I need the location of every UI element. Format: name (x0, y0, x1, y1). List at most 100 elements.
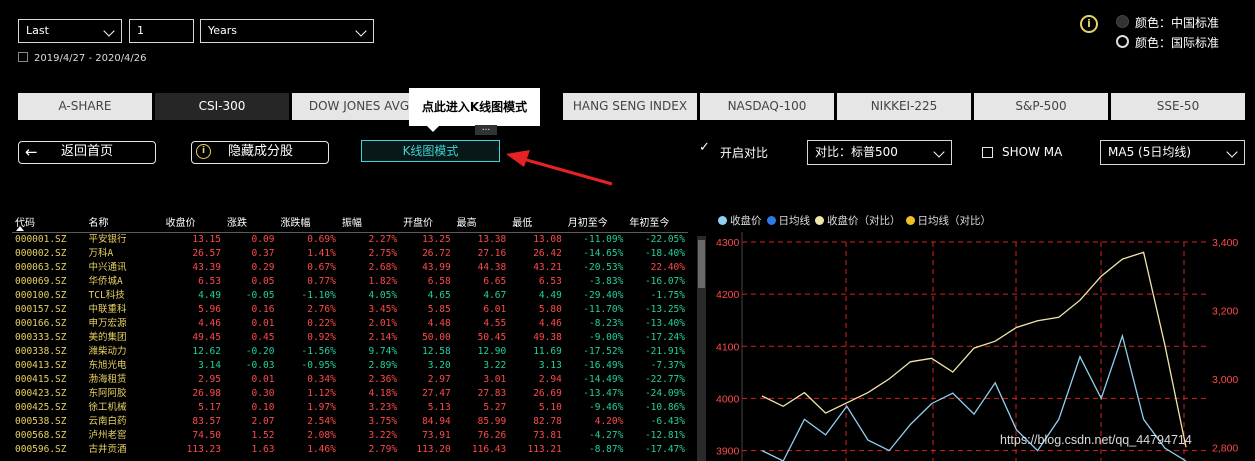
table-cell: 0.34% (307, 374, 336, 385)
table-cell: 000596.SZ (15, 444, 67, 455)
table-row[interactable]: 000413.SZ 东旭光电 3.14 -0.03 -0.95% 2.89% 3.20 3.2… (12, 359, 688, 373)
table-cell: 0.77% (307, 276, 336, 287)
compare-checkbox[interactable]: ✓ (699, 140, 710, 156)
table-row[interactable]: 000063.SZ 中兴通讯 43.39 0.29 0.67% 2.68% 43.99 44.… (12, 261, 688, 275)
column-header[interactable]: 开盘价 (400, 211, 454, 233)
legend-dot-icon (718, 216, 727, 225)
table-cell: 0.29 (251, 262, 275, 273)
column-header[interactable]: 年初至今 (626, 211, 688, 233)
color-option-intl-label: 颜色：国际标准 (1135, 36, 1220, 50)
tab-hang-seng-index[interactable]: HANG SENG INDEX (563, 93, 697, 120)
table-cell: -0.03 (245, 360, 275, 371)
count-input[interactable]: 1 (129, 19, 194, 43)
hide-constituents-button[interactable]: i 隐藏成分股 (191, 141, 329, 164)
table-cell: 000423.SZ (15, 388, 67, 399)
table-row[interactable]: 000415.SZ 渤海租赁 2.95 0.01 0.34% 2.36% 2.97 3.01 2… (12, 373, 688, 387)
color-option-intl[interactable]: 颜色：国际标准 (1116, 34, 1219, 51)
ma-select[interactable]: MA5 (5日均线) (1100, 140, 1245, 165)
count-value: 1 (137, 24, 144, 37)
table-cell: 000002.SZ (15, 248, 67, 259)
table-cell: 4.46 (538, 318, 562, 329)
table-row[interactable]: 000166.SZ 申万宏源 4.46 0.01 0.22% 2.01% 4.48 4.55 4… (12, 317, 688, 331)
table-cell: 4.49 (198, 290, 221, 301)
table-row[interactable]: 000596.SZ 古井贡酒 113.23 1.63 1.46% 2.79% 113.20 1… (12, 443, 688, 457)
table-cell: 000001.SZ (15, 234, 67, 245)
table-cell: 2.68% (368, 262, 398, 273)
table-row[interactable]: 000002.SZ 万科A 26.57 0.37 1.41% 2.75% 26.72 27.1… (12, 247, 688, 261)
left-axis-tick-label: 3900 (716, 446, 740, 458)
info-icon[interactable]: i (1080, 15, 1098, 33)
more-icon[interactable]: ... (475, 124, 497, 135)
column-header[interactable]: 名称 (85, 211, 163, 233)
tab-csi-300[interactable]: CSI-300 (155, 93, 289, 120)
table-cell: 渤海租赁 (88, 374, 127, 385)
table-scrollbar[interactable] (697, 236, 706, 461)
column-header[interactable]: 最高 (453, 211, 510, 233)
table-cell: 76.26 (477, 430, 507, 441)
table-cell: 5.10 (538, 402, 562, 413)
unit-select[interactable]: Years (200, 19, 374, 43)
table-cell: 22.40% (650, 262, 685, 273)
table-cell: 113.23 (186, 444, 221, 455)
column-header[interactable]: 收盘价 (162, 211, 224, 233)
tab-a-share[interactable]: A-SHARE (18, 93, 152, 120)
table-cell: 000157.SZ (15, 304, 67, 315)
column-header[interactable]: 涨跌 (223, 211, 278, 233)
radio-unselected-icon (1116, 35, 1129, 48)
table-row[interactable]: 000069.SZ 华侨城A 6.53 0.05 0.77% 1.82% 6.58 6.65 6… (12, 275, 688, 289)
back-home-button[interactable]: ← 返回首页 (18, 141, 156, 164)
table-row[interactable]: 000333.SZ 美的集团 49.45 0.45 0.92% 2.14% 50.00 50.… (12, 331, 688, 345)
column-header[interactable]: 振幅 (338, 211, 401, 233)
table-row[interactable]: 000538.SZ 云南白药 83.57 2.07 2.54% 3.75% 84.94 85.… (12, 415, 688, 429)
tab-nasdaq-100[interactable]: NASDAQ-100 (700, 93, 834, 120)
table-cell: -18.40% (644, 248, 685, 259)
table-cell: -0.95% (301, 360, 336, 371)
table-cell: 泸州老窖 (88, 430, 127, 441)
table-cell: 82.78 (533, 416, 562, 427)
legend-item[interactable]: 收盘价（对比） (815, 215, 901, 227)
table-cell: 美的集团 (88, 332, 127, 343)
table-row[interactable]: 000001.SZ 平安银行 13.15 0.09 0.69% 2.27% 13.25 13.… (12, 233, 688, 248)
table-row[interactable]: 000157.SZ 中联重科 5.96 0.16 2.76% 3.45% 5.85 6.01 5… (12, 303, 688, 317)
tab-dow-jones-avg[interactable]: DOW JONES AVG (292, 93, 426, 120)
table-cell: 0.05 (251, 276, 275, 287)
table-cell: 2.75% (368, 248, 398, 259)
back-home-label: 返回首页 (61, 144, 114, 159)
table-cell: 2.95 (198, 374, 221, 385)
column-header[interactable]: 代码 (12, 211, 86, 233)
chart-legend: 收盘价 日均线 收盘价（对比） 日均线（对比） (718, 213, 996, 228)
table-row[interactable]: 000425.SZ 徐工机械 5.17 0.10 1.97% 3.23% 5.13 5.27 5… (12, 401, 688, 415)
table-cell: 000568.SZ (15, 430, 67, 441)
table-cell: 44.38 (477, 262, 507, 273)
tab-sse-50[interactable]: SSE-50 (1111, 93, 1245, 120)
table-row[interactable]: 000423.SZ 东阿阿胶 26.98 0.30 1.12% 4.18% 27.47 27.… (12, 387, 688, 401)
column-header[interactable]: 月初至今 (564, 211, 627, 233)
table-row[interactable]: 000100.SZ TCL科技 4.49 -0.05 -1.10% 4.05% 4.65 4.… (12, 289, 688, 303)
chevron-down-icon (355, 25, 367, 37)
table-cell: 4.46 (198, 318, 221, 329)
period-select[interactable]: Last (18, 19, 122, 43)
table-cell: 13.08 (533, 234, 562, 245)
show-ma-checkbox[interactable] (982, 147, 993, 158)
table-cell: 2.54% (307, 416, 336, 427)
table-row[interactable]: 000338.SZ 潍柴动力 12.62 -0.20 -1.56% 9.74% 12.58 1… (12, 345, 688, 359)
compare-target-select[interactable]: 对比：标普500 (807, 140, 952, 165)
table-cell: 4.49 (538, 290, 562, 301)
table-cell: 6.53 (538, 276, 562, 287)
table-cell: 2.27% (368, 234, 398, 245)
column-header[interactable]: 最低 (509, 211, 565, 233)
series-line (761, 251, 1187, 448)
scrollbar-thumb[interactable] (698, 240, 705, 288)
tab-nikkei-225[interactable]: NIKKEI-225 (837, 93, 971, 120)
table-cell: 83.57 (192, 416, 221, 427)
right-axis-tick-label: 3,000 (1212, 374, 1238, 386)
legend-item[interactable]: 日均线 (766, 215, 810, 227)
tab-sp-500[interactable]: S&P-500 (974, 93, 1108, 120)
table-row[interactable]: 000568.SZ 泸州老窖 74.50 1.52 2.08% 3.22% 73.91 76.… (12, 429, 688, 443)
legend-item[interactable]: 日均线（对比） (905, 215, 991, 227)
table-cell: 43.39 (192, 262, 221, 273)
column-header[interactable]: 涨跌幅 (277, 211, 339, 233)
legend-item[interactable]: 收盘价 (718, 215, 762, 227)
color-option-cn[interactable]: 颜色：中国标准 (1116, 14, 1219, 31)
kline-mode-button[interactable]: K线图模式 (361, 140, 500, 162)
